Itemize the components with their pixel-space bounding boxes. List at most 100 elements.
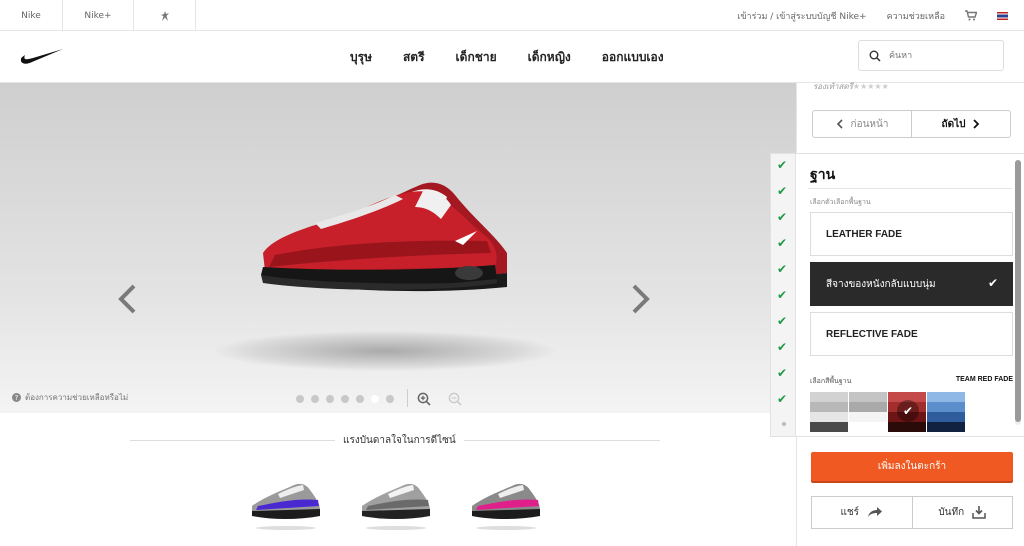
option-label: REFLECTIVE FADE [826, 328, 918, 340]
nav-girls[interactable]: เด็กหญิง [528, 48, 571, 67]
share-save-bar: แชร์ บันทึก [811, 496, 1013, 529]
step-check-icon[interactable]: ✔ [777, 236, 787, 250]
next-step-label: ถัดไป [941, 118, 966, 130]
panel-scrollbar[interactable] [1015, 160, 1021, 425]
chevron-left-icon [836, 119, 843, 129]
nike-brand-label: Nike [21, 10, 41, 21]
login-link[interactable]: เข้าร่วม / เข้าสู่ระบบบัญชี Nike+ [737, 9, 866, 23]
search-icon [869, 50, 881, 62]
color-swatch[interactable] [810, 392, 848, 432]
nike-swoosh-logo[interactable] [20, 47, 64, 65]
cart-icon[interactable] [965, 10, 977, 21]
shoe-image[interactable] [255, 175, 515, 300]
share-label: แชร์ [840, 507, 860, 518]
utility-bar: Nike Nike+ เข้าร่วม / เข้าสู่ระบบบัญชี N… [0, 0, 1024, 31]
search-input[interactable] [889, 50, 999, 61]
help-prompt[interactable]: ? ต้องการความช่วยเหลือหรือไม่ [12, 391, 128, 404]
download-icon [972, 506, 986, 519]
step-navigation: ก่อนหน้า ถัดไป [812, 110, 1011, 138]
view-dot[interactable] [356, 395, 364, 403]
nav-customize[interactable]: ออกแบบเอง [602, 48, 664, 67]
product-rating: รองเท้าสตรี★★★★★ [813, 80, 889, 93]
nav-women[interactable]: สตรี [403, 48, 425, 67]
product-stage: ? ต้องการความช่วยเหลือหรือไม่ แรงบันดาลใ… [0, 83, 796, 546]
shoe-shadow [215, 331, 555, 371]
view-dots [296, 395, 394, 403]
checkmark-icon: ✔ [987, 276, 998, 290]
prev-view-arrow[interactable] [116, 283, 138, 324]
checkmark-icon: ✔ [897, 400, 919, 422]
help-prompt-text: ต้องการความช่วยเหลือหรือไม่ [25, 393, 129, 402]
view-dot-active[interactable] [371, 395, 379, 403]
thai-flag-icon[interactable] [997, 11, 1008, 20]
add-to-cart-label: เพิ่มลงในตะกร้า [877, 461, 947, 472]
jordan-brand-link[interactable] [134, 0, 196, 31]
scrollbar-thumb[interactable] [1015, 160, 1021, 422]
search-box[interactable] [858, 40, 1004, 71]
option-header: เลือกตัวเลือกพื้นฐาน [810, 198, 871, 206]
option-suede-fade-selected[interactable]: สีจางของหนังกลับแบบนุ่ม ✔ [810, 262, 1013, 306]
step-pending-dot[interactable] [782, 422, 786, 426]
nav-boys[interactable]: เด็กชาย [456, 48, 497, 67]
inspiration-thumbnails [248, 476, 544, 531]
inspiration-thumbnail[interactable] [248, 476, 324, 531]
step-check-icon[interactable]: ✔ [777, 366, 787, 380]
chevron-right-icon [632, 284, 650, 314]
option-reflective-fade[interactable]: REFLECTIVE FADE [810, 312, 1013, 356]
section-divider [808, 188, 1012, 189]
selected-color-name: TEAM RED FADE [955, 376, 1013, 383]
option-leather-fade[interactable]: LEATHER FADE [810, 212, 1013, 256]
inspiration-header: แรงบันดาลใจในการดีไซน์ [130, 433, 660, 448]
section-title: ฐาน [810, 167, 836, 183]
step-check-icon[interactable]: ✔ [777, 184, 787, 198]
question-icon: ? [12, 393, 21, 402]
chevron-left-icon [118, 284, 136, 314]
jordan-jumpman-icon [160, 10, 169, 21]
nikeplus-brand-link[interactable]: Nike+ [63, 0, 134, 31]
nav-men[interactable]: บุรุษ [350, 48, 372, 67]
step-checklist: ✔ ✔ ✔ ✔ ✔ ✔ ✔ ✔ ✔ ✔ [770, 153, 796, 437]
add-to-cart-button[interactable]: เพิ่มลงในตะกร้า [811, 452, 1013, 481]
zoom-divider [407, 389, 408, 407]
save-label: บันทึก [938, 507, 965, 518]
zoom-out-icon[interactable] [448, 392, 462, 406]
view-dot[interactable] [386, 395, 394, 403]
nike-brand-link[interactable]: Nike [0, 0, 63, 31]
zoom-in-icon[interactable] [417, 392, 431, 406]
chevron-right-icon [973, 119, 980, 129]
prev-step-label: ก่อนหน้า [850, 118, 889, 130]
step-check-icon[interactable]: ✔ [777, 158, 787, 172]
step-check-icon[interactable]: ✔ [777, 392, 787, 406]
inspiration-thumbnail[interactable] [468, 476, 544, 531]
color-swatch[interactable] [927, 392, 965, 432]
inspiration-title: แรงบันดาลใจในการดีไซน์ [335, 433, 464, 448]
step-check-icon[interactable]: ✔ [777, 262, 787, 276]
step-check-icon[interactable]: ✔ [777, 340, 787, 354]
help-link[interactable]: ความช่วยเหลือ [887, 9, 945, 23]
step-check-icon[interactable]: ✔ [777, 210, 787, 224]
share-arrow-icon [868, 507, 883, 517]
inspiration-thumbnail[interactable] [358, 476, 434, 531]
option-label: สีจางของหนังกลับแบบนุ่ม [826, 278, 936, 290]
option-label: LEATHER FADE [826, 228, 902, 240]
step-check-icon[interactable]: ✔ [777, 314, 787, 328]
color-swatches: ✔ [810, 392, 965, 432]
view-dot[interactable] [326, 395, 334, 403]
share-button[interactable]: แชร์ [812, 497, 912, 528]
view-dot[interactable] [311, 395, 319, 403]
color-header-label: เลือกสีพื้นฐาน [810, 377, 852, 385]
nikeplus-brand-label: Nike+ [84, 10, 112, 21]
color-header: เลือกสีพื้นฐาน TEAM RED FADE [810, 376, 1013, 387]
base-options-card: ฐาน เลือกตัวเลือกพื้นฐาน LEATHER FADE สี… [796, 153, 1024, 437]
next-view-arrow[interactable] [630, 283, 652, 324]
color-swatch-selected[interactable]: ✔ [888, 392, 926, 432]
main-nav: บุรุษ สตรี เด็กชาย เด็กหญิง ออกแบบเอง [0, 31, 1024, 83]
color-swatch[interactable] [849, 392, 887, 432]
prev-step-button[interactable]: ก่อนหน้า [813, 111, 911, 137]
view-dot[interactable] [296, 395, 304, 403]
view-dot[interactable] [341, 395, 349, 403]
rating-stars: ★★★★★ [852, 82, 889, 91]
step-check-icon[interactable]: ✔ [777, 288, 787, 302]
save-button[interactable]: บันทึก [911, 497, 1013, 528]
next-step-button[interactable]: ถัดไป [911, 111, 1010, 137]
